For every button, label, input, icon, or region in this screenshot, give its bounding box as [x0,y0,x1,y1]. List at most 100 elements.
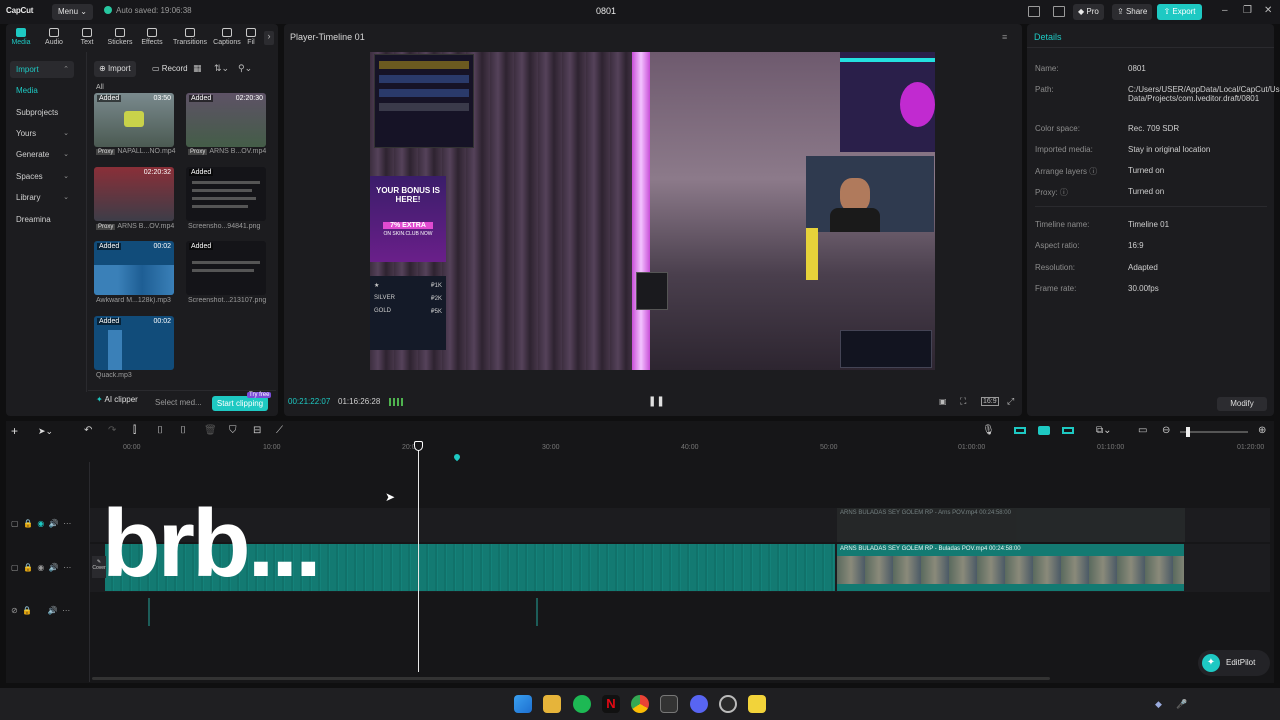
capcut-icon[interactable] [660,695,678,713]
sidebar-item-yours[interactable]: Yours ⌄ [10,125,74,142]
tab-captions[interactable]: Captions [212,28,242,46]
import-button[interactable]: ⊕ Import [94,61,136,77]
menu-button[interactable]: Menu ⌄ [52,4,93,20]
preview-axis-icon[interactable]: ⧉⌄ [1096,425,1112,436]
obs-icon[interactable] [719,695,737,713]
timeline-clip[interactable]: ARNS BULADAS SEY GOLEM RP - Arns POV.mp4… [837,508,1185,542]
hamburger-icon[interactable]: ≡ [1002,32,1007,42]
ai-clipper-button[interactable]: ✦ AI clipper [96,395,138,404]
spotify-icon[interactable] [573,695,591,713]
close-icon[interactable]: ✕ [1264,5,1272,16]
editpilot-button[interactable]: ✦ EditPilot [1198,650,1270,676]
horizontal-scrollbar[interactable] [92,677,1050,680]
filter-all[interactable]: All [96,84,104,91]
chat-line [192,181,260,184]
track-controls[interactable]: ⊘ 🔒 🔊 ⋯ [11,606,70,615]
playhead[interactable] [418,442,419,672]
detail-value: 16:9 [1128,241,1144,250]
auto-reframe-icon[interactable]: ⟋ [276,425,283,436]
layout-icon[interactable] [1028,6,1040,17]
add-icon[interactable]: + [11,424,18,438]
sort-icon[interactable]: ⇅⌄ [214,63,229,74]
track-controls[interactable]: ▢ 🔒 ◉ 🔊 ⋯ [11,563,71,572]
zoom-in-icon[interactable]: ⊕ [1258,425,1266,436]
netflix-icon[interactable]: N [602,695,620,713]
maximize-icon[interactable]: ❐ [1243,5,1252,16]
media-tile[interactable]: Added 00:02 [94,316,174,370]
export-button[interactable]: ⇧ Export [1157,4,1202,20]
shortcuts-icon[interactable] [1053,6,1065,17]
tab-media[interactable]: Media [6,28,36,46]
grid-view-icon[interactable]: ▦ [193,63,202,74]
ratio-icon[interactable]: 16:9 [981,397,999,406]
discord-icon[interactable] [690,695,708,713]
trim-right-icon[interactable]: ⌷ [180,425,186,436]
tab-transitions[interactable]: Transitions [173,28,207,46]
caption-icon[interactable]: ▭ [1138,425,1147,436]
playhead-handle[interactable] [414,441,423,451]
chat-line [192,189,252,192]
sidebar-item-import[interactable]: Import ⌃ [10,61,74,78]
modify-button[interactable]: Modify [1217,397,1267,411]
freeze-icon[interactable]: ⊟ [253,425,261,436]
tier-row: GOLD ₽5K [374,308,442,315]
quality-icon[interactable]: ▣ [939,397,947,406]
sidebar-item-subprojects[interactable]: Subprojects [10,104,74,121]
media-tile[interactable]: Added [186,167,266,221]
chevron-right-icon[interactable]: › [264,31,274,45]
sidebar-item-spaces[interactable]: Spaces ⌄ [10,168,74,185]
zoom-handle[interactable] [1186,427,1190,437]
media-filename: Proxy NAPALL...NO.mp4 [96,148,176,155]
tray-network-icon[interactable]: ◆ [1155,699,1162,710]
windows-start-icon[interactable] [514,695,532,713]
magnet-icon[interactable] [1038,426,1050,435]
link-clips-icon[interactable] [1014,427,1026,434]
zoom-slider[interactable] [1180,427,1248,437]
media-tile[interactable]: Added 03:50 [94,93,174,147]
tray-mic-icon[interactable]: 🎤 [1176,699,1187,710]
sticky-notes-icon[interactable] [748,695,766,713]
sidebar-item-dreamina[interactable]: Dreamina [10,211,74,228]
video-preview[interactable]: YOUR BONUS IS HERE! 7% EXTRA ON SKIN.CLU… [370,52,935,370]
trim-left-icon[interactable]: ⌷ [157,425,163,436]
zoom-out-icon[interactable]: ⊖ [1162,425,1170,436]
tab-stickers[interactable]: Stickers [105,28,135,46]
fullscreen-icon[interactable]: ⤢ [1007,396,1014,407]
record-button[interactable]: ▭ Record [147,61,193,77]
pro-button[interactable]: ◆ Pro [1073,4,1104,20]
pause-icon[interactable]: ❚❚ [648,396,665,407]
chat-line [192,269,254,272]
mask-icon[interactable]: ⛉ [229,425,237,436]
share-button[interactable]: ⇪ Share [1112,4,1153,20]
split-icon[interactable]: ⫿ [133,425,136,436]
filter-icon[interactable]: ⚲⌄ [238,63,252,74]
sidebar-item-media[interactable]: Media [10,82,74,99]
track-controls[interactable]: ▢ 🔒 ◉ 🔊 ⋯ [11,519,71,528]
detail-value: Timeline 01 [1128,220,1170,229]
file-explorer-icon[interactable] [543,695,561,713]
info-icon: ⓘ [1059,188,1068,197]
media-tile[interactable]: Added 00:02 [94,241,174,295]
audio-clip[interactable] [536,598,538,626]
tab-effects[interactable]: Effects [137,28,167,46]
sidebar-item-library[interactable]: Library ⌄ [10,189,74,206]
sidebar-item-generate[interactable]: Generate ⌄ [10,146,74,163]
media-tile[interactable]: 02:20:32 [94,167,174,221]
clip-label: ARNS BULADAS SEY GOLEM RP - Buladas POV.… [840,546,1021,552]
media-tile[interactable]: Added [186,241,266,295]
microphone-icon[interactable]: 🎙 [982,425,995,436]
media-tile[interactable]: Added 02:20:30 [186,93,266,147]
detail-label: Path: [1035,85,1054,94]
tab-filters[interactable]: Fil [244,28,258,46]
select-tool-icon[interactable]: ➤⌄ [38,426,53,437]
chrome-icon[interactable] [631,695,649,713]
tab-audio[interactable]: Audio [39,28,69,46]
fit-frame-icon[interactable]: ⛶ [960,396,966,407]
tab-text[interactable]: Text [72,28,102,46]
timeline-clip[interactable]: ARNS BULADAS SEY GOLEM RP - Buladas POV.… [837,544,1184,591]
minimize-icon[interactable]: – [1222,5,1228,16]
start-clipping-button[interactable]: Start clipping [212,396,268,411]
detail-label: Arrange layers ⓘ [1035,167,1098,176]
undo-icon[interactable]: ↶ [84,425,92,436]
snap-icon[interactable] [1062,427,1074,434]
